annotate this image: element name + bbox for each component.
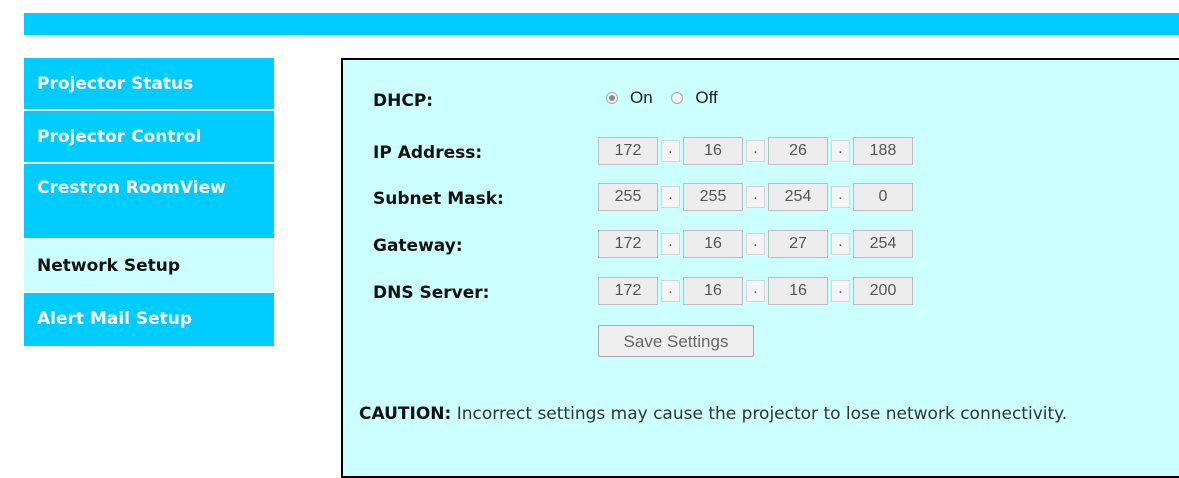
octet-separator: . (831, 140, 850, 162)
dns-octet-2-input[interactable]: 16 (683, 277, 743, 305)
octet-separator: . (661, 280, 680, 302)
dns-octet-4-input[interactable]: 200 (853, 277, 913, 305)
dhcp-on-radio[interactable] (606, 92, 618, 104)
dns-octet-1-input[interactable]: 172 (598, 277, 658, 305)
gateway-octet-2-input[interactable]: 16 (683, 230, 743, 258)
octet-separator: . (661, 140, 680, 162)
octet-separator: . (831, 280, 850, 302)
dns-server-field: 172 . 16 . 16 . 200 (598, 277, 913, 305)
gateway-octet-3-input[interactable]: 27 (768, 230, 828, 258)
octet-separator: . (746, 140, 765, 162)
ip-octet-1-input[interactable]: 172 (598, 137, 658, 165)
caution-title: CAUTION: (359, 404, 452, 424)
dhcp-on-option[interactable]: On (606, 88, 653, 108)
dhcp-radio-group: On Off (606, 88, 732, 109)
dhcp-label: DHCP: (373, 91, 434, 111)
subnet-mask-field: 255 . 255 . 254 . 0 (598, 183, 913, 211)
octet-separator: . (746, 233, 765, 255)
gateway-label: Gateway: (373, 236, 463, 256)
save-settings-button[interactable]: Save Settings (598, 325, 754, 357)
octet-separator: . (746, 186, 765, 208)
ip-octet-3-input[interactable]: 26 (768, 137, 828, 165)
ip-address-label: IP Address: (373, 143, 483, 163)
network-settings-panel: DHCP: On Off IP Address: 172 . 16 . 26 .… (341, 58, 1179, 478)
dhcp-off-label: Off (695, 88, 718, 107)
subnet-octet-3-input[interactable]: 254 (768, 183, 828, 211)
subnet-mask-label: Subnet Mask: (373, 189, 504, 209)
ip-address-field: 172 . 16 . 26 . 188 (598, 137, 913, 165)
gateway-octet-1-input[interactable]: 172 (598, 230, 658, 258)
dns-server-label: DNS Server: (373, 283, 490, 303)
octet-separator: . (746, 280, 765, 302)
dns-octet-3-input[interactable]: 16 (768, 277, 828, 305)
dhcp-off-option[interactable]: Off (671, 88, 718, 108)
subnet-octet-4-input[interactable]: 0 (853, 183, 913, 211)
subnet-octet-1-input[interactable]: 255 (598, 183, 658, 211)
octet-separator: . (831, 186, 850, 208)
sidebar-item-projector-status[interactable]: Projector Status (24, 58, 274, 111)
caution-text: Incorrect settings may cause the project… (451, 404, 1068, 424)
gateway-octet-4-input[interactable]: 254 (853, 230, 913, 258)
dhcp-on-label: On (630, 88, 653, 107)
octet-separator: . (661, 186, 680, 208)
sidebar-item-projector-control[interactable]: Projector Control (24, 111, 274, 164)
sidebar-item-crestron-roomview[interactable]: Crestron RoomView (24, 164, 274, 240)
sidebar-item-alert-mail-setup[interactable]: Alert Mail Setup (24, 293, 274, 346)
gateway-field: 172 . 16 . 27 . 254 (598, 230, 913, 258)
dhcp-off-radio[interactable] (671, 92, 684, 104)
octet-separator: . (831, 233, 850, 255)
ip-octet-4-input[interactable]: 188 (853, 137, 913, 165)
sidebar-item-network-setup[interactable]: Network Setup (24, 240, 274, 293)
top-banner (24, 13, 1179, 35)
caution-message: CAUTION: Incorrect settings may cause th… (359, 402, 1129, 426)
subnet-octet-2-input[interactable]: 255 (683, 183, 743, 211)
ip-octet-2-input[interactable]: 16 (683, 137, 743, 165)
sidebar-nav: Projector Status Projector Control Crest… (24, 58, 274, 346)
octet-separator: . (661, 233, 680, 255)
